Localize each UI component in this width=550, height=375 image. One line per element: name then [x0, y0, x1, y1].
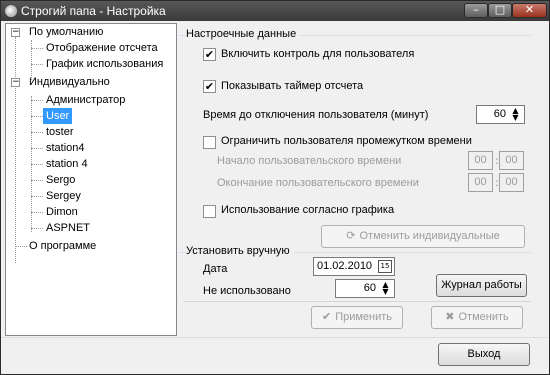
tree-item-user-dimon[interactable]: Dimon: [43, 204, 81, 220]
enable-control-label: Включить контроль для пользователя: [221, 48, 415, 60]
tree-item-user-aspnet[interactable]: ASPNET: [43, 220, 93, 236]
unused-value: 60: [363, 282, 376, 294]
show-timer-checkbox[interactable]: ✔: [203, 80, 216, 93]
tree-connector: [31, 132, 43, 133]
collapse-icon[interactable]: −: [11, 28, 20, 37]
cancel-button[interactable]: ✖ Отменить: [431, 306, 523, 329]
tree-item-user-sergey[interactable]: Sergey: [43, 188, 84, 204]
tree-connector: [31, 228, 43, 229]
app-icon: [5, 5, 17, 17]
enable-control-checkbox[interactable]: ✔: [203, 48, 216, 61]
date-picker[interactable]: 01.02.2010 15: [313, 257, 395, 276]
cancel-label: Отменить: [458, 311, 509, 323]
tree-item-user-station4[interactable]: station4: [43, 140, 88, 156]
checkmark-icon: ✔: [321, 311, 332, 323]
tree-item-user-toster[interactable]: toster: [43, 124, 77, 140]
show-timer-label: Показывать таймер отсчета: [221, 80, 364, 92]
apply-label: Применить: [335, 311, 393, 323]
disconnect-time-value: 60: [493, 108, 506, 120]
end-time-label: Окончание пользовательского времени: [217, 177, 419, 189]
use-schedule-label: Использование согласно графика: [221, 204, 395, 216]
tree-item-defaults[interactable]: По умолчанию: [26, 24, 106, 40]
tree-connector: [31, 48, 43, 49]
refresh-icon: ⟳: [346, 230, 356, 242]
tree-item-user-station-4[interactable]: station 4: [43, 156, 91, 172]
cancel-individual-button[interactable]: ⟳ Отменить индивидуальные: [321, 225, 525, 248]
cross-icon: ✖: [445, 311, 455, 323]
collapse-icon[interactable]: −: [11, 78, 20, 87]
tree-item-about[interactable]: О программе: [26, 238, 99, 254]
tree-connector: [15, 37, 16, 263]
footer-separator: [1, 337, 549, 338]
minimize-button[interactable]: –: [464, 3, 488, 18]
unused-label: Не использовано: [203, 285, 291, 297]
settings-tree[interactable]: − По умолчанию Отображение отсчета Графи…: [5, 23, 177, 336]
disconnect-time-spinner[interactable]: 60 ▲ ▼: [476, 105, 525, 124]
end-minutes-field[interactable]: 00: [499, 173, 524, 192]
calendar-icon[interactable]: 15: [378, 260, 392, 273]
title-bar: Строгий папа - Настройка – □ ✕: [1, 1, 549, 21]
cancel-individual-label: Отменить индивидуальные: [359, 230, 500, 242]
settings-group-title: Настроечные данные: [186, 28, 301, 40]
maximize-button[interactable]: □: [488, 3, 512, 18]
manual-group-title: Установить вручную: [186, 245, 294, 257]
disconnect-time-label: Время до отключения пользователя (минут): [203, 109, 429, 121]
tree-item-user-administrator[interactable]: Администратор: [43, 92, 128, 108]
unused-spinner[interactable]: 60 ▲ ▼: [335, 279, 395, 298]
tree-item-user-sergo[interactable]: Sergo: [43, 172, 78, 188]
tree-item-user-selected[interactable]: User: [43, 108, 73, 124]
exit-button[interactable]: Выход: [438, 343, 530, 366]
date-label: Дата: [203, 263, 228, 275]
window-title: Строгий папа - Настройка: [21, 4, 166, 18]
limit-interval-label: Ограничить пользователя промежутком врем…: [221, 135, 472, 147]
tree-item-individual[interactable]: Индивидуально: [26, 74, 113, 90]
tree-connector: [31, 100, 43, 101]
spinner-arrows-icon[interactable]: ▲ ▼: [508, 107, 523, 122]
spinner-arrows-icon[interactable]: ▲ ▼: [378, 281, 393, 296]
apply-button[interactable]: ✔ Применить: [311, 306, 403, 329]
date-value: 01.02.2010: [317, 260, 373, 272]
end-hours-field[interactable]: 00: [468, 173, 493, 192]
tree-connector: [31, 148, 43, 149]
tree-connector: [31, 116, 43, 117]
tree-connector: [31, 164, 43, 165]
tree-item-usage-schedule[interactable]: График использования: [43, 56, 166, 72]
start-hours-field[interactable]: 00: [468, 151, 493, 170]
work-log-button[interactable]: Журнал работы: [436, 274, 527, 297]
limit-interval-checkbox[interactable]: [203, 136, 216, 149]
use-schedule-checkbox[interactable]: [203, 205, 216, 218]
tree-connector: [31, 180, 43, 181]
tree-item-countdown-display[interactable]: Отображение отсчета: [43, 40, 161, 56]
separator: [183, 301, 531, 302]
settings-window: Строгий папа - Настройка – □ ✕ − По умол…: [0, 0, 550, 375]
tree-connector: [31, 64, 43, 65]
start-minutes-field[interactable]: 00: [499, 151, 524, 170]
start-time-label: Начало пользовательского времени: [217, 155, 402, 167]
tree-connector: [31, 196, 43, 197]
close-button[interactable]: ✕: [512, 3, 547, 18]
tree-connector: [31, 212, 43, 213]
